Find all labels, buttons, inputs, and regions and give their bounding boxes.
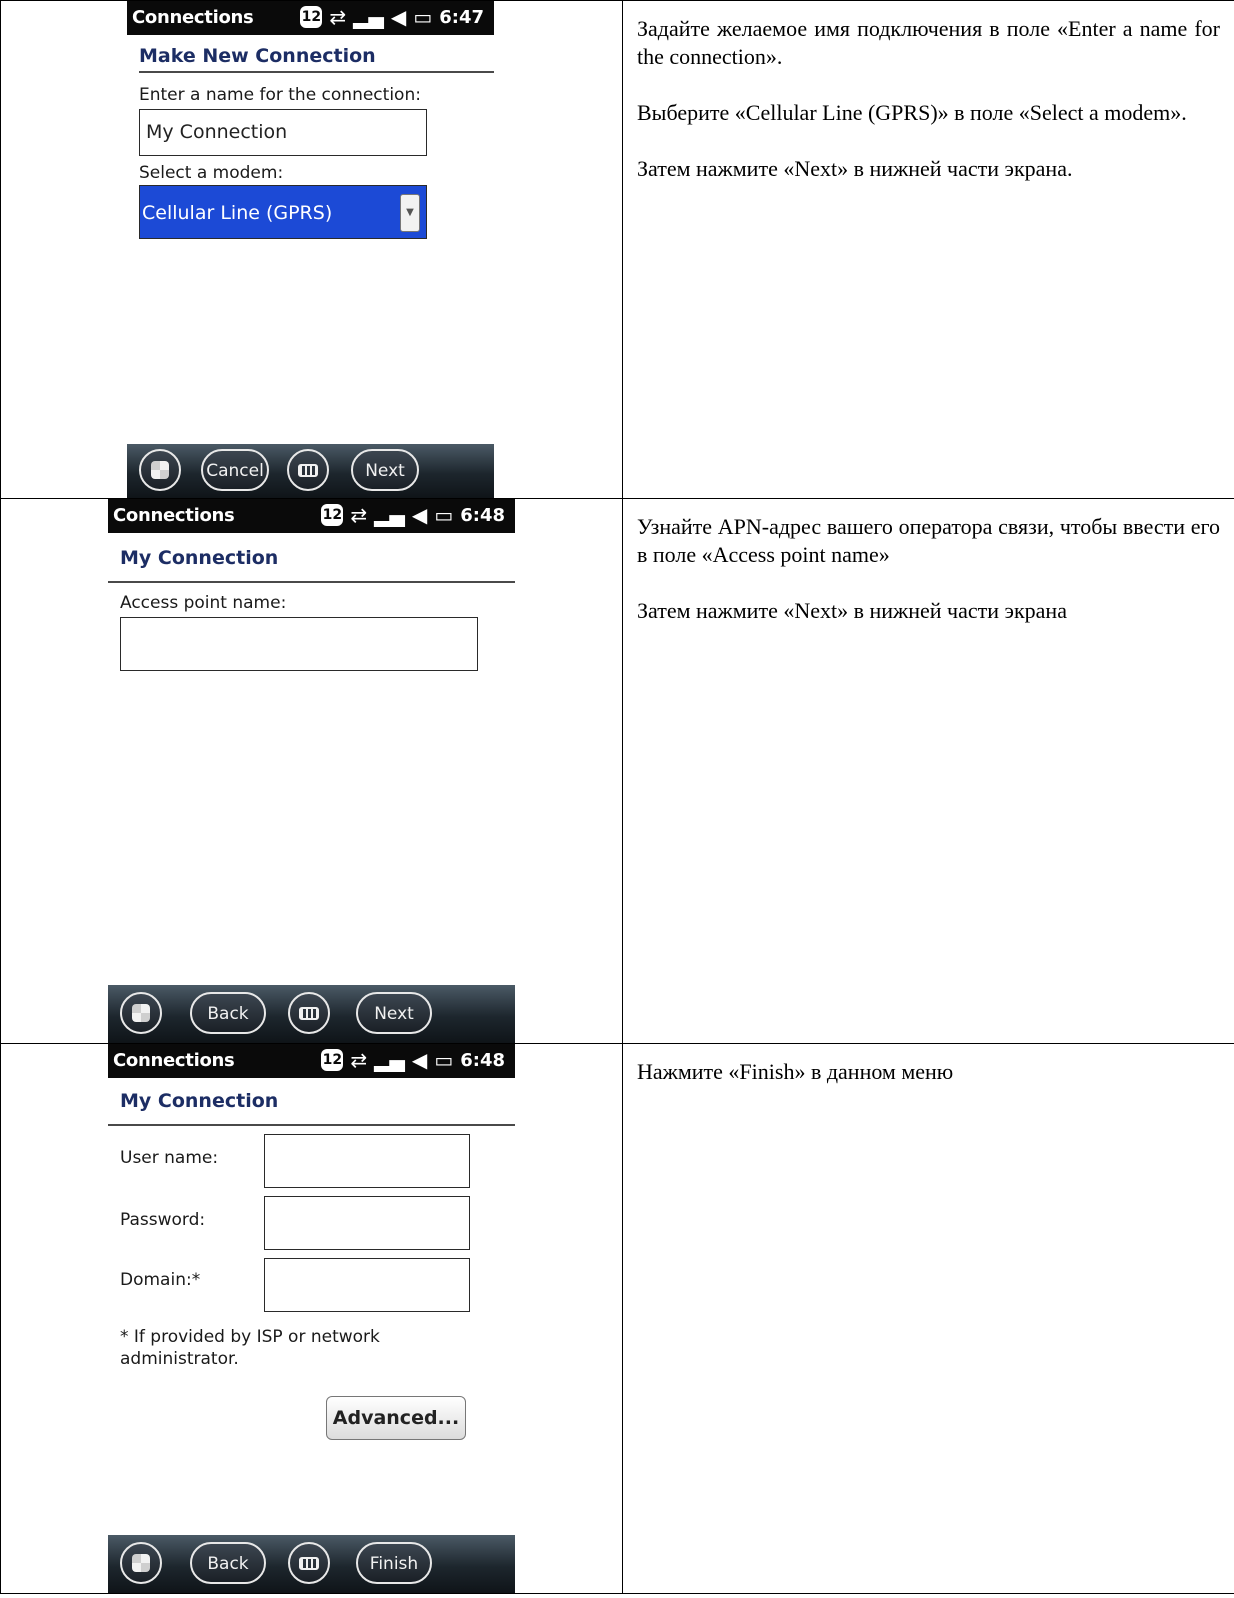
start-menu-icon — [132, 1004, 150, 1022]
screenshot-cell: Connections 12 ⇄ ▂▄ ◀ ▭ 6:47 Make New Co… — [0, 0, 623, 499]
status-icons: 12 ⇄ ▂▄ ◀ ▭ 6:48 — [321, 1048, 505, 1072]
notification-badge[interactable]: 12 — [321, 1049, 344, 1071]
status-icons: 12 ⇄ ▂▄ ◀ ▭ 6:47 — [300, 5, 484, 29]
soft-key-bar: Cancel Next — [127, 444, 494, 498]
status-bar: Connections 12 ⇄ ▂▄ ◀ ▭ 6:48 — [108, 499, 515, 533]
phone-screen: Connections 12 ⇄ ▂▄ ◀ ▭ 6:47 Make New Co… — [127, 1, 494, 498]
page-title: My Connection — [120, 1090, 279, 1112]
keyboard-icon — [299, 1557, 319, 1570]
keyboard-icon — [299, 1007, 319, 1020]
keyboard-icon — [298, 464, 318, 477]
phone-screen: Connections 12 ⇄ ▂▄ ◀ ▭ 6:48 My Connecti… — [108, 499, 515, 1043]
app-name: Connections — [113, 1050, 235, 1071]
notification-badge[interactable]: 12 — [321, 504, 344, 526]
apn-label: Access point name: — [120, 593, 287, 613]
domain-input[interactable] — [264, 1258, 470, 1312]
back-button[interactable]: Back — [190, 1542, 266, 1584]
chevron-down-icon[interactable]: ▼ — [400, 194, 420, 232]
next-button[interactable]: Next — [351, 449, 419, 491]
page-title: My Connection — [120, 547, 279, 569]
back-button[interactable]: Back — [190, 992, 266, 1034]
soft-key-bar: Back Next — [108, 985, 515, 1043]
clock[interactable]: 6:48 — [460, 1050, 505, 1071]
keyboard-button[interactable] — [288, 1542, 330, 1584]
screenshot-cell: Connections 12 ⇄ ▂▄ ◀ ▭ 6:48 My Connecti… — [0, 1043, 623, 1594]
start-button[interactable] — [120, 992, 162, 1034]
table-row: Connections 12 ⇄ ▂▄ ◀ ▭ 6:47 Make New Co… — [0, 0, 1234, 499]
access-point-name-input[interactable] — [120, 617, 478, 671]
screenshot-cell: Connections 12 ⇄ ▂▄ ◀ ▭ 6:48 My Connecti… — [0, 498, 623, 1044]
app-name: Connections — [132, 7, 254, 28]
volume-icon[interactable]: ◀ — [412, 503, 427, 527]
instruction-paragraph: Выберите «Cellular Line (GPRS)» в поле «… — [637, 100, 1187, 125]
volume-icon[interactable]: ◀ — [391, 5, 406, 29]
table-row: Connections 12 ⇄ ▂▄ ◀ ▭ 6:48 My Connecti… — [0, 1043, 1234, 1594]
signal-icon: ▂▄ — [374, 1048, 405, 1072]
connection-name-input[interactable]: My Connection — [139, 109, 427, 156]
user-name-input[interactable] — [264, 1134, 470, 1188]
signal-icon: ▂▄ — [374, 503, 405, 527]
instruction-text: Задайте желаемое имя подключения в поле … — [623, 1, 1234, 183]
start-menu-icon — [132, 1554, 150, 1572]
data-sync-icon: ⇄ — [350, 1048, 368, 1072]
instruction-paragraph: Нажмите «Finish» в данном меню — [637, 1059, 954, 1084]
start-button[interactable] — [120, 1542, 162, 1584]
password-input[interactable] — [264, 1196, 470, 1250]
battery-icon: ▭ — [434, 1048, 454, 1072]
start-menu-icon — [151, 461, 169, 479]
volume-icon[interactable]: ◀ — [412, 1048, 427, 1072]
domain-note: * If provided by ISP or network administ… — [120, 1327, 380, 1369]
signal-icon: ▂▄ — [353, 5, 384, 29]
clock[interactable]: 6:48 — [460, 505, 505, 526]
clock[interactable]: 6:47 — [439, 7, 484, 28]
table-row: Connections 12 ⇄ ▂▄ ◀ ▭ 6:48 My Connecti… — [0, 498, 1234, 1044]
keyboard-button[interactable] — [288, 992, 330, 1034]
password-label: Password: — [120, 1210, 206, 1230]
title-divider — [139, 71, 494, 73]
notification-badge[interactable]: 12 — [300, 6, 323, 28]
status-bar: Connections 12 ⇄ ▂▄ ◀ ▭ 6:48 — [108, 1044, 515, 1078]
title-divider — [108, 581, 515, 583]
battery-icon: ▭ — [434, 503, 454, 527]
instruction-paragraph: Задайте желаемое имя подключения в поле … — [637, 16, 1220, 69]
modem-select-value: Cellular Line (GPRS) — [142, 202, 333, 224]
instruction-paragraph: Узнайте APN-адрес вашего оператора связи… — [637, 514, 1220, 567]
instruction-text: Нажмите «Finish» в данном меню — [623, 1044, 1234, 1086]
status-bar: Connections 12 ⇄ ▂▄ ◀ ▭ 6:47 — [127, 1, 494, 35]
phone-screen: Connections 12 ⇄ ▂▄ ◀ ▭ 6:48 My Connecti… — [108, 1044, 515, 1593]
name-label: Enter a name for the connection: — [139, 85, 421, 105]
modem-label: Select a modem: — [139, 163, 284, 183]
app-name: Connections — [113, 505, 235, 526]
cancel-button[interactable]: Cancel — [201, 449, 269, 491]
instruction-text: Узнайте APN-адрес вашего оператора связи… — [623, 499, 1234, 625]
soft-key-bar: Back Finish — [108, 1535, 515, 1593]
keyboard-button[interactable] — [287, 449, 329, 491]
advanced-button[interactable]: Advanced... — [326, 1396, 466, 1440]
instruction-table: Connections 12 ⇄ ▂▄ ◀ ▭ 6:47 Make New Co… — [0, 0, 1234, 1594]
user-name-label: User name: — [120, 1148, 219, 1168]
battery-icon: ▭ — [413, 5, 433, 29]
data-sync-icon: ⇄ — [329, 5, 347, 29]
title-divider — [108, 1124, 515, 1126]
finish-button[interactable]: Finish — [356, 1542, 432, 1584]
modem-select[interactable]: Cellular Line (GPRS) ▼ — [139, 185, 427, 239]
page-title: Make New Connection — [139, 45, 376, 67]
instruction-paragraph: Затем нажмите «Next» в нижней части экра… — [637, 598, 1067, 623]
instruction-cell: Задайте желаемое имя подключения в поле … — [622, 0, 1234, 499]
start-button[interactable] — [139, 449, 181, 491]
next-button[interactable]: Next — [356, 992, 432, 1034]
instruction-paragraph: Затем нажмите «Next» в нижней части экра… — [637, 156, 1073, 181]
data-sync-icon: ⇄ — [350, 503, 368, 527]
domain-label: Domain:* — [120, 1270, 201, 1290]
instruction-cell: Нажмите «Finish» в данном меню — [622, 1043, 1234, 1594]
status-icons: 12 ⇄ ▂▄ ◀ ▭ 6:48 — [321, 503, 505, 527]
instruction-cell: Узнайте APN-адрес вашего оператора связи… — [622, 498, 1234, 1044]
